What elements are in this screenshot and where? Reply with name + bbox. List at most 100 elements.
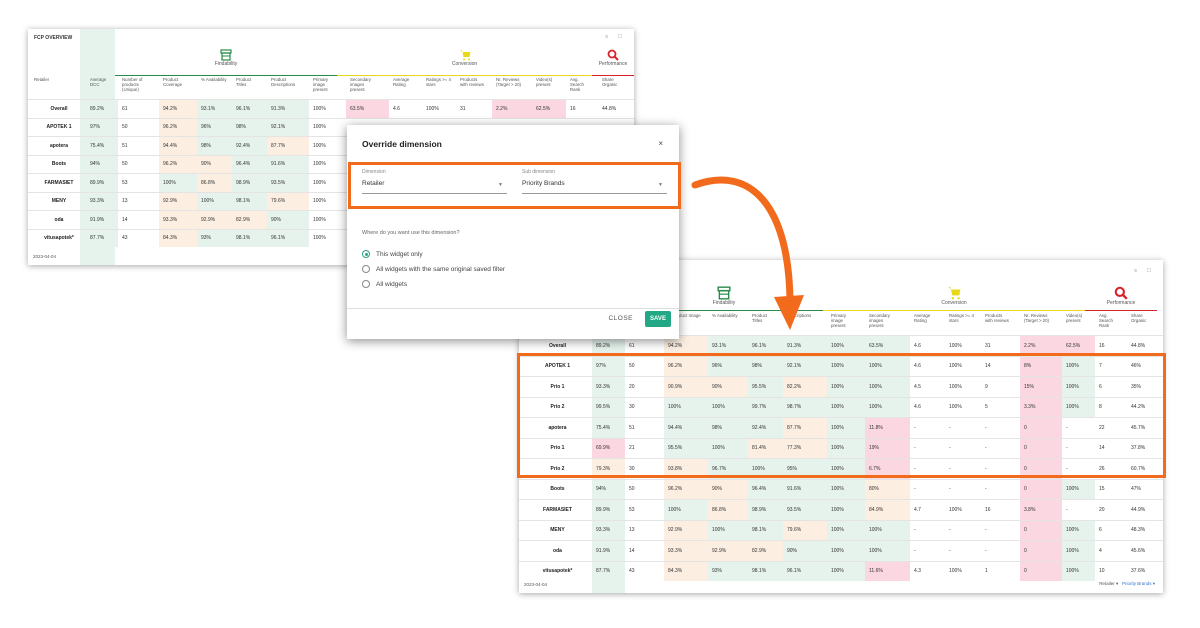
table-cell: 93.3%: [664, 541, 708, 561]
option-this-widget[interactable]: This widget only: [362, 250, 423, 258]
radio-icon[interactable]: [362, 265, 370, 273]
header-cell[interactable]: Secondary images present: [350, 77, 380, 92]
row-label[interactable]: APOTEK 1: [28, 119, 86, 137]
table-cell: 16: [985, 506, 991, 513]
header-cell[interactable]: Number of products (Unique): [122, 77, 152, 92]
header-cell[interactable]: Product Coverage: [163, 77, 188, 87]
radio-icon[interactable]: [362, 250, 370, 258]
table-cell: 100%: [159, 174, 197, 192]
close-button[interactable]: CLOSE: [608, 315, 633, 322]
table-cell: 48.3%: [1131, 527, 1146, 534]
widget-window-controls[interactable]: ≡ ☐: [1134, 268, 1155, 274]
table-row[interactable]: Boots 94% 50 96.2% 90% 96.4% 91.6% 100% 80% - - -0 1…: [519, 478, 1163, 500]
performance-label: Performance: [598, 61, 628, 67]
table-cell: 0: [1020, 479, 1062, 499]
table-row[interactable]: oda 91.9% 14 93.3% 92.9% 82.9% 90% 100% 100% - - -0…: [519, 540, 1163, 561]
table-cell: 94.2%: [159, 100, 197, 118]
header-cell[interactable]: Nr. Reviews (Target > 20): [1024, 313, 1054, 323]
header-cell[interactable]: Video(s) present: [1066, 313, 1088, 323]
header-cell[interactable]: Nr. Reviews (Target > 20): [496, 77, 524, 87]
row-label[interactable]: vitusapotek*: [519, 562, 592, 582]
row-label[interactable]: vitusapotek*: [28, 230, 86, 248]
dimension-footer[interactable]: Retailer ▾ Priority Brands ▾: [1099, 581, 1155, 587]
table-header: Retailer Average DCC Number of products …: [28, 77, 634, 99]
table-row[interactable]: MENY 93.3% 13 92.9% 100% 98.1% 79.6% 100% 100% - -…: [519, 519, 1163, 541]
conversion-group: Conversion: [823, 286, 1085, 311]
table-cell: -: [949, 527, 951, 534]
table-cell: 100%: [827, 479, 865, 499]
row-label[interactable]: MENY: [28, 193, 86, 211]
table-cell: 92.4%: [232, 137, 267, 155]
footer-dimension[interactable]: Retailer: [1099, 581, 1115, 586]
header-cell[interactable]: Primary image present: [313, 77, 338, 92]
date-label: 2023-04-04: [524, 582, 548, 587]
close-icon[interactable]: ×: [658, 139, 663, 148]
table-cell: 1: [985, 568, 988, 575]
header-cell[interactable]: Product Descriptions: [271, 77, 306, 87]
table-cell: 100%: [865, 541, 910, 561]
override-dimension-dialog: Override dimension × Dimension Retailer …: [347, 125, 679, 339]
header-cell[interactable]: Avg. Search Rank: [570, 77, 590, 92]
table-cell: -: [985, 486, 987, 493]
header-cell[interactable]: Retailer: [34, 77, 49, 82]
save-button[interactable]: SAVE: [645, 311, 671, 327]
header-cell[interactable]: Avg. Search Rank: [1099, 313, 1119, 328]
option-all-widgets[interactable]: All widgets: [362, 280, 407, 288]
table-cell: 100%: [313, 216, 326, 223]
table-row[interactable]: vitusapotek* 87.7% 43 84.3% 93% 98.1% 96.1% 100…: [519, 560, 1163, 582]
table-cell: 87.7%: [267, 137, 309, 155]
table-cell: 0: [1020, 561, 1062, 581]
table-cell: 79.6%: [267, 192, 309, 210]
table-cell: 16: [570, 105, 576, 112]
header-cell[interactable]: Primary image present: [831, 313, 856, 328]
header-cell[interactable]: Average DCC: [90, 77, 115, 87]
header-cell[interactable]: Average Rating: [914, 313, 936, 323]
table-cell: 100%: [708, 520, 748, 540]
table-row[interactable]: FARMASIET 89.9% 53 100% 86.8% 98.9% 93.5% 100% 8…: [519, 499, 1163, 520]
table-cell: 89.9%: [592, 500, 625, 520]
row-label[interactable]: Boots: [519, 480, 592, 500]
header-cell[interactable]: Products with reviews: [985, 313, 1010, 323]
table-cell: 94%: [86, 155, 118, 173]
row-label[interactable]: apotera: [28, 137, 86, 155]
table-cell: 93.5%: [783, 500, 827, 520]
table-cell: 100%: [313, 124, 326, 131]
header-cell[interactable]: Share Organic: [602, 77, 627, 87]
option-same-filter[interactable]: All widgets with the same original saved…: [362, 265, 505, 273]
header-cell[interactable]: Products with reviews: [460, 77, 485, 87]
row-label[interactable]: Overall: [28, 100, 86, 118]
row-label[interactable]: FARMASIET: [28, 174, 86, 192]
row-label[interactable]: MENY: [519, 521, 592, 541]
arrow-head: [774, 295, 804, 330]
table-cell: 13: [122, 198, 128, 205]
header-cell[interactable]: Ratings >= 4 stars: [426, 77, 451, 87]
header-cell[interactable]: % Availability: [201, 77, 229, 82]
table-cell: 100%: [949, 506, 962, 513]
dimension-selectors-highlight: [348, 162, 681, 209]
table-cell: 93.3%: [592, 520, 625, 540]
table-cell: 86.8%: [197, 174, 232, 192]
dialog-title: Override dimension: [362, 139, 442, 149]
table-cell: 100%: [827, 500, 865, 520]
header-cell[interactable]: Secondary images present: [869, 313, 899, 328]
footer-sub-dimension[interactable]: Priority Brands: [1122, 581, 1152, 586]
header-cell[interactable]: Product Titles: [236, 77, 261, 87]
header-cell[interactable]: Ratings >= 4 stars: [949, 313, 974, 323]
table-cell: 90%: [267, 211, 309, 229]
row-label[interactable]: FARMASIET: [519, 500, 592, 520]
widget-window-controls[interactable]: ≡ ☐: [605, 34, 626, 40]
table-cell: 96.4%: [232, 155, 267, 173]
table-cell: 82.9%: [748, 541, 783, 561]
table-row[interactable]: Overall 89.2% 61 94.2% 93.1% 96.1% 91.3% 100% 63…: [28, 99, 634, 118]
header-cell[interactable]: Average Rating: [393, 77, 415, 87]
header-cell[interactable]: Video(s) present: [536, 77, 558, 87]
table-cell: 43: [629, 568, 635, 575]
header-cell[interactable]: Share Organic: [1131, 313, 1156, 323]
radio-icon[interactable]: [362, 280, 370, 288]
table-cell: 50: [122, 161, 128, 168]
row-label[interactable]: oda: [28, 211, 86, 229]
table-cell: 100%: [664, 500, 708, 520]
cart-icon: [459, 50, 470, 61]
row-label[interactable]: oda: [519, 541, 592, 561]
row-label[interactable]: Boots: [28, 156, 86, 174]
